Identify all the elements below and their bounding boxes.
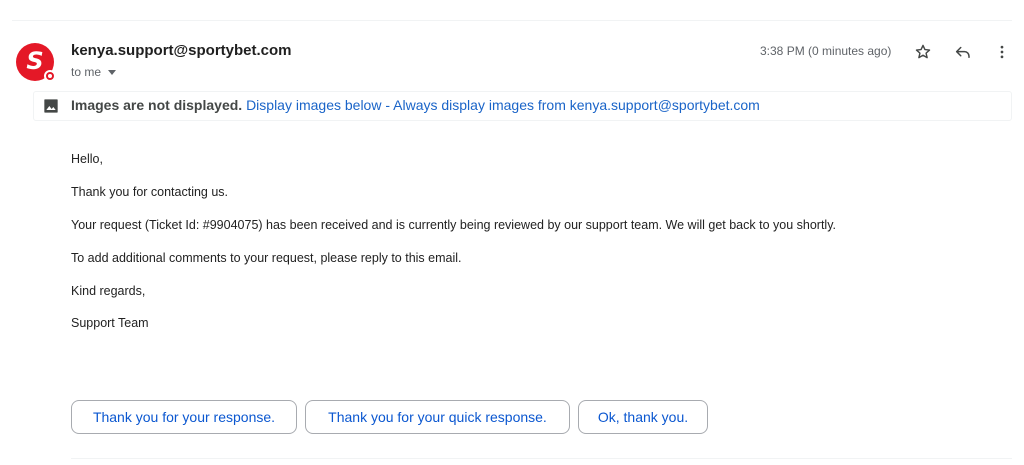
banner-separator: - — [381, 97, 394, 113]
always-display-images-link[interactable]: Always display images from kenya.support… — [393, 97, 760, 113]
body-closing: Kind regards, — [71, 284, 146, 298]
top-divider — [12, 20, 1012, 21]
recipient-details-toggle[interactable]: to me — [71, 65, 117, 79]
quick-reply-button-2[interactable]: Thank you for your quick response. — [305, 400, 570, 434]
more-vert-icon — [1000, 45, 1004, 59]
body-greeting: Hello, — [71, 152, 103, 166]
bottom-divider — [71, 458, 1012, 459]
body-line-2: Your request (Ticket Id: #9904075) has b… — [71, 218, 836, 232]
display-images-below-link[interactable]: Display images below — [246, 97, 381, 113]
star-button[interactable] — [911, 40, 935, 64]
recipient-label: to me — [71, 65, 102, 79]
quick-reply-button-3[interactable]: Ok, thank you. — [578, 400, 708, 434]
sportybet-logo-icon: S — [26, 47, 44, 75]
sender-email[interactable]: kenya.support@sportybet.com — [71, 42, 292, 59]
images-hidden-banner: Images are not displayed. Display images… — [33, 91, 1012, 121]
body-signature: Support Team — [71, 316, 149, 330]
sender-avatar[interactable]: S — [16, 43, 56, 82]
body-line-3: To add additional comments to your reque… — [71, 251, 462, 265]
reply-button[interactable] — [951, 40, 975, 64]
quick-reply-button-1[interactable]: Thank you for your response. — [71, 400, 297, 434]
reply-icon — [955, 46, 970, 58]
images-not-displayed-label: Images are not displayed. — [71, 97, 243, 113]
email-view: S kenya.support@sportybet.com to me 3:38… — [0, 0, 1024, 465]
body-line-1: Thank you for contacting us. — [71, 185, 229, 199]
star-icon — [915, 44, 931, 59]
message-timestamp: 3:38 PM (0 minutes ago) — [760, 44, 892, 58]
more-options-button[interactable] — [990, 40, 1014, 64]
chevron-down-icon — [108, 70, 117, 75]
image-icon — [44, 99, 58, 113]
avatar-status-badge — [44, 70, 56, 82]
images-banner-text: Images are not displayed. Display images… — [71, 97, 760, 113]
